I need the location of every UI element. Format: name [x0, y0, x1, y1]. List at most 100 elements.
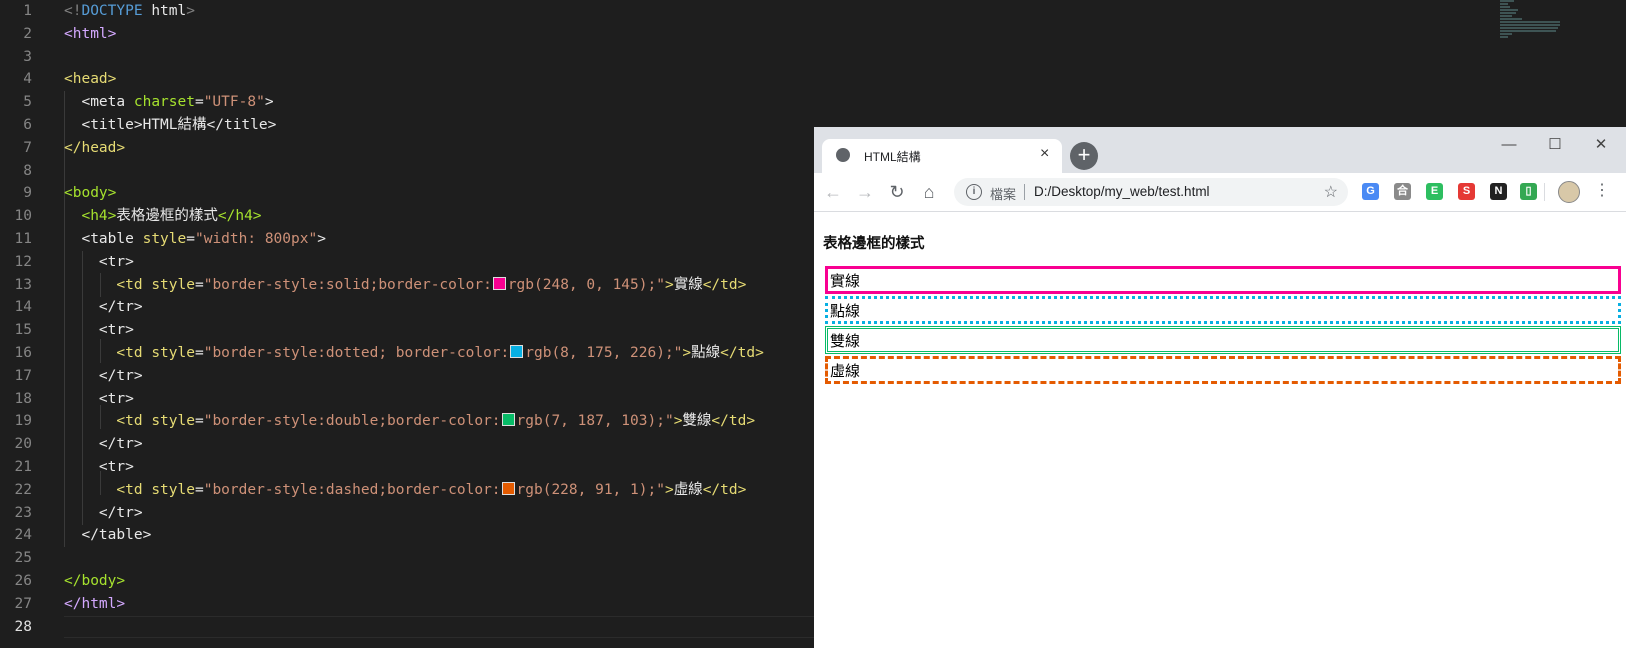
code-line: </html>: [64, 595, 126, 612]
code-line: <td style="border-style:double;border-co…: [116, 413, 756, 430]
tab-title: HTML結構: [864, 150, 921, 164]
solid-border-cell: 實線: [825, 266, 1621, 294]
line-number: 12: [14, 253, 32, 270]
code-line: <td style="border-style:dashed;border-co…: [116, 481, 747, 498]
line-number: 22: [14, 481, 32, 498]
line-number: 17: [14, 367, 32, 384]
table-row: 虛線: [825, 356, 1621, 384]
line-number: 3: [23, 48, 32, 65]
forward-button[interactable]: →: [854, 181, 876, 203]
extension-icon-2[interactable]: 合: [1394, 183, 1411, 200]
code-line: </body>: [64, 572, 126, 589]
browser-tab[interactable]: HTML結構 ×: [822, 139, 1062, 173]
code-line: <tr>: [98, 253, 134, 270]
table-row: 實線: [825, 266, 1621, 294]
line-number: 14: [14, 299, 32, 316]
browser-toolbar: ← → ↻ ⌂ i 檔案 D:/Desktop/my_web/test.html…: [814, 173, 1626, 212]
line-number: 2: [23, 25, 32, 42]
line-number: 4: [23, 71, 32, 88]
line-number: 10: [14, 208, 32, 225]
code-line: <head>: [64, 71, 117, 88]
line-number: 1: [23, 3, 32, 19]
reload-button[interactable]: ↻: [886, 181, 908, 203]
line-number: 15: [14, 322, 32, 339]
code-line: </tr>: [98, 504, 143, 521]
code-line: <html>: [64, 25, 117, 42]
line-number-current: 28: [14, 618, 32, 635]
minimap[interactable]: [1500, 0, 1580, 60]
code-line: <tr>: [98, 322, 134, 339]
code-line: </tr>: [98, 299, 143, 316]
color-swatch[interactable]: [501, 413, 515, 427]
info-icon[interactable]: i: [966, 184, 982, 200]
profile-avatar[interactable]: [1558, 181, 1580, 203]
code-line: <body>: [64, 185, 117, 202]
home-button[interactable]: ⌂: [918, 181, 940, 203]
browser-window[interactable]: HTML結構 × + — ☐ ✕ ← → ↻ ⌂ i 檔案 D:/Desktop…: [814, 127, 1626, 648]
line-number: 13: [14, 276, 32, 293]
code-line-current[interactable]: [64, 615, 824, 639]
s-extension-icon[interactable]: S: [1458, 183, 1475, 200]
line-number: 5: [23, 94, 32, 111]
line-number: 19: [14, 413, 32, 430]
bookmark-star-icon[interactable]: ☆: [1324, 182, 1338, 202]
dotted-border-cell: 點線: [825, 296, 1621, 324]
code-line: <table style="width: 800px">: [81, 230, 326, 247]
close-window-button[interactable]: ✕: [1578, 135, 1624, 155]
line-number: 7: [23, 139, 32, 156]
line-number: 9: [23, 185, 32, 202]
table-row: 點線: [825, 296, 1621, 324]
minimize-button[interactable]: —: [1486, 135, 1532, 155]
toolbar-separator: [1544, 183, 1545, 201]
code-line: </tr>: [98, 367, 143, 384]
globe-icon: [836, 148, 850, 162]
maximize-button[interactable]: ☐: [1532, 135, 1578, 155]
url-text[interactable]: D:/Desktop/my_web/test.html: [1034, 184, 1210, 199]
code-line: </head>: [64, 139, 126, 156]
line-number: 16: [14, 344, 32, 361]
menu-dots-icon[interactable]: ⋮: [1594, 180, 1610, 200]
color-swatch[interactable]: [510, 344, 524, 358]
line-number: 23: [14, 504, 32, 521]
security-label: 檔案: [990, 187, 1017, 202]
line-number: 20: [14, 436, 32, 453]
code-area[interactable]: <!DOCTYPE html> <html> <head> <meta char…: [64, 0, 824, 639]
translate-extension-icon[interactable]: G: [1362, 183, 1379, 200]
code-line: <tr>: [98, 458, 134, 475]
color-swatch[interactable]: [492, 276, 506, 290]
address-bar[interactable]: i 檔案 D:/Desktop/my_web/test.html ☆: [954, 178, 1348, 206]
address-separator: [1024, 184, 1025, 200]
new-tab-button[interactable]: +: [1070, 142, 1098, 170]
line-number: 24: [14, 527, 32, 544]
tab-close-icon[interactable]: ×: [1040, 145, 1049, 163]
line-number: 6: [23, 116, 32, 133]
code-line: <h4>表格邊框的樣式</h4>: [81, 208, 262, 225]
code-line: <tr>: [98, 390, 134, 407]
line-number-gutter: 1 2 3 4 5 6 7 8 9 10 11 12 13 14 15 16 1…: [0, 0, 52, 638]
code-line: </tr>: [98, 436, 143, 453]
line-number: 27: [14, 595, 32, 612]
line-number: 8: [23, 162, 32, 179]
browser-titlebar[interactable]: HTML結構 × + — ☐ ✕: [814, 127, 1626, 173]
line-number: 11: [14, 230, 32, 247]
code-line: <!DOCTYPE html>: [64, 3, 195, 19]
evernote-extension-icon[interactable]: E: [1426, 183, 1443, 200]
clipboard-extension-icon[interactable]: ▯: [1520, 183, 1537, 200]
page-viewport: 表格邊框的樣式 實線 點線 雙線 虛線: [814, 212, 1626, 648]
line-number: 18: [14, 390, 32, 407]
code-line: <meta charset="UTF-8">: [81, 94, 274, 111]
notion-extension-icon[interactable]: N: [1490, 183, 1507, 200]
back-button[interactable]: ←: [822, 181, 844, 203]
page-heading: 表格邊框的樣式: [823, 236, 925, 252]
double-border-cell: 雙線: [825, 326, 1621, 354]
border-style-table: 實線 點線 雙線 虛線: [823, 264, 1623, 386]
table-row: 雙線: [825, 326, 1621, 354]
line-number: 25: [14, 550, 32, 567]
code-line: <td style="border-style:solid;border-col…: [116, 276, 747, 293]
color-swatch[interactable]: [501, 481, 515, 495]
dashed-border-cell: 虛線: [825, 356, 1621, 384]
code-line: <title>HTML結構</title>: [81, 116, 277, 133]
